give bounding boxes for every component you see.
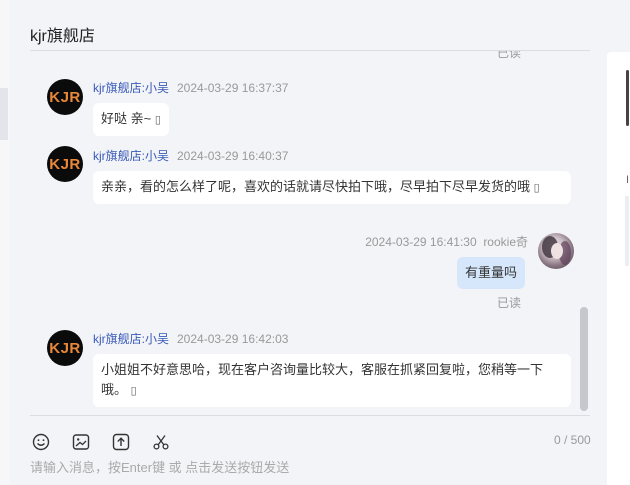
message-list[interactable]: 已读 KJR kjr旗舰店:小吴 2024-03-29 16:37:37 好哒 亲… <box>10 51 600 413</box>
message-text: 亲亲，看的怎么样了呢，喜欢的话就请尽快拍下哦，尽早拍下尽早发货的哦 <box>101 179 531 194</box>
shop-avatar[interactable]: KJR <box>47 146 83 182</box>
scissors-icon <box>153 435 169 450</box>
char-counter: 0 / 500 <box>554 433 591 447</box>
emoji-icon <box>32 433 50 451</box>
emoji-placeholder-icon: ▯ <box>130 385 137 397</box>
chat-header: kjr旗舰店 <box>30 0 590 51</box>
message-text: 有重量吗 <box>465 265 518 280</box>
message-text: 好哒 亲~ <box>101 111 155 126</box>
message-time: 2024-03-29 16:40:37 <box>177 149 289 163</box>
message-text: 小姐姐不好意思哈，现在客户咨询量比较大，客服在抓紧回复啦，您稍等一下哦。 <box>101 362 544 397</box>
message-scrollbar[interactable] <box>580 307 588 411</box>
chat-panel: kjr旗舰店 已读 KJR kjr旗舰店:小吴 2024-03-29 16:37:… <box>10 0 607 485</box>
read-status: 已读 <box>497 296 522 310</box>
message-bubble: 小姐姐不好意思哈，现在客户咨询量比较大，客服在抓紧回复啦，您稍等一下哦。 ▯ <box>93 354 571 407</box>
left-edge-panel <box>0 0 10 485</box>
side-divider <box>625 196 629 266</box>
sender-name: kjr旗舰店:小吴 <box>93 81 169 95</box>
side-glyph: I <box>626 174 630 186</box>
sender-name: kjr旗舰店:小吴 <box>93 149 169 163</box>
read-status: 已读 <box>497 51 522 60</box>
sender-name: kjr旗舰店:小吴 <box>93 332 169 346</box>
message-meta-self: 2024-03-29 16:41:30 rookie奇 <box>340 233 528 250</box>
upload-icon <box>112 433 130 451</box>
emoji-placeholder-icon: ▯ <box>154 114 161 126</box>
message-meta: kjr旗舰店:小吴 2024-03-29 16:40:37 <box>93 147 288 164</box>
message-bubble: 好哒 亲~ ▯ <box>93 103 169 136</box>
message-time: 2024-03-29 16:42:03 <box>177 332 289 346</box>
message-bubble: 亲亲，看的怎么样了呢，喜欢的话就请尽快拍下哦，尽早拍下尽早发货的哦 ▯ <box>93 171 571 204</box>
message-meta: kjr旗舰店:小吴 2024-03-29 16:42:03 <box>93 330 288 347</box>
user-avatar[interactable] <box>538 233 574 269</box>
image-icon <box>72 434 90 450</box>
message-time: 2024-03-29 16:41:30 <box>365 235 477 249</box>
emoji-placeholder-icon: ▯ <box>533 182 540 194</box>
chat-title: kjr旗舰店 <box>30 28 95 45</box>
left-edge-marker <box>0 88 8 140</box>
composer-divider <box>30 415 590 416</box>
side-panel: I <box>607 0 630 485</box>
message-bubble-self: 有重量吗 <box>457 257 526 289</box>
sender-name: rookie奇 <box>483 235 528 249</box>
emoji-button[interactable] <box>31 432 51 452</box>
message-input[interactable] <box>30 456 590 478</box>
message-time: 2024-03-29 16:37:37 <box>177 81 289 95</box>
upload-button[interactable] <box>111 432 131 452</box>
side-indicator <box>626 70 629 126</box>
message-meta: kjr旗舰店:小吴 2024-03-29 16:37:37 <box>93 79 288 96</box>
shop-avatar[interactable]: KJR <box>47 79 83 115</box>
shop-avatar[interactable]: KJR <box>47 330 83 366</box>
image-button[interactable] <box>71 432 91 452</box>
screenshot-button[interactable] <box>151 432 171 452</box>
